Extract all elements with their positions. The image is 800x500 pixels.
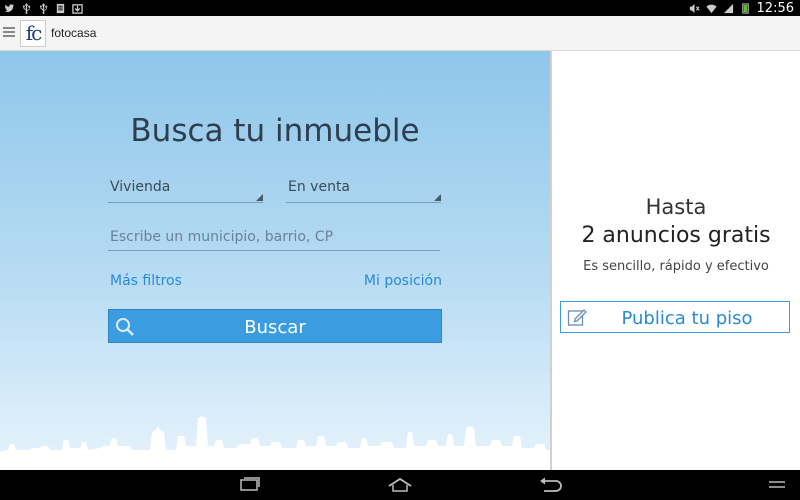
app-title: fotocasa — [51, 26, 97, 40]
clock: 12:56 — [756, 0, 794, 16]
back-icon[interactable] — [536, 476, 564, 494]
search-panel: Busca tu inmueble Vivienda En venta Más … — [0, 51, 550, 470]
edit-icon — [567, 309, 587, 326]
dropdown-arrow-icon — [256, 194, 263, 201]
usb-icon — [22, 2, 31, 14]
property-type-select[interactable]: Vivienda — [108, 176, 263, 203]
search-button-label: Buscar — [244, 317, 306, 338]
status-bar: 12:56 — [0, 0, 800, 16]
system-icons: 12:56 — [689, 0, 794, 16]
operation-value: En venta — [288, 179, 351, 195]
notification-icons — [4, 1, 83, 15]
promo-title-line1: Hasta — [645, 195, 707, 219]
promo-subtitle: Es sencillo, rápido y efectivo — [583, 259, 769, 274]
signal-icon — [723, 3, 733, 13]
search-button[interactable]: Buscar — [108, 309, 442, 343]
action-bar: fc fotocasa — [0, 16, 800, 51]
search-heading: Busca tu inmueble — [130, 113, 420, 149]
usb-icon — [39, 2, 48, 14]
my-position-link[interactable]: Mi posición — [364, 273, 442, 289]
download-icon — [72, 3, 83, 14]
battery-icon — [741, 2, 749, 14]
overflow-menu-icon[interactable] — [763, 476, 791, 494]
recent-apps-icon[interactable] — [236, 476, 264, 494]
navigation-bar — [0, 470, 800, 500]
location-input[interactable] — [108, 223, 440, 251]
dropdown-arrow-icon — [434, 194, 441, 201]
hamburger-menu-icon[interactable] — [3, 27, 15, 39]
promo-panel: Hasta 2 anuncios gratis Es sencillo, ráp… — [552, 51, 800, 470]
operation-select[interactable]: En venta — [286, 176, 441, 203]
wifi-icon — [705, 4, 717, 13]
publish-listing-button[interactable]: Publica tu piso — [560, 301, 790, 333]
app-logo[interactable]: fc — [20, 20, 46, 47]
home-icon[interactable] — [386, 476, 414, 494]
publish-button-label: Publica tu piso — [621, 308, 753, 329]
twitter-icon — [4, 3, 15, 12]
city-skyline-illustration — [0, 416, 550, 470]
promo-title-line2: 2 anuncios gratis — [581, 223, 771, 248]
property-type-value: Vivienda — [110, 179, 171, 195]
document-icon — [56, 3, 65, 13]
more-filters-link[interactable]: Más filtros — [110, 273, 182, 289]
mute-icon — [689, 3, 700, 13]
